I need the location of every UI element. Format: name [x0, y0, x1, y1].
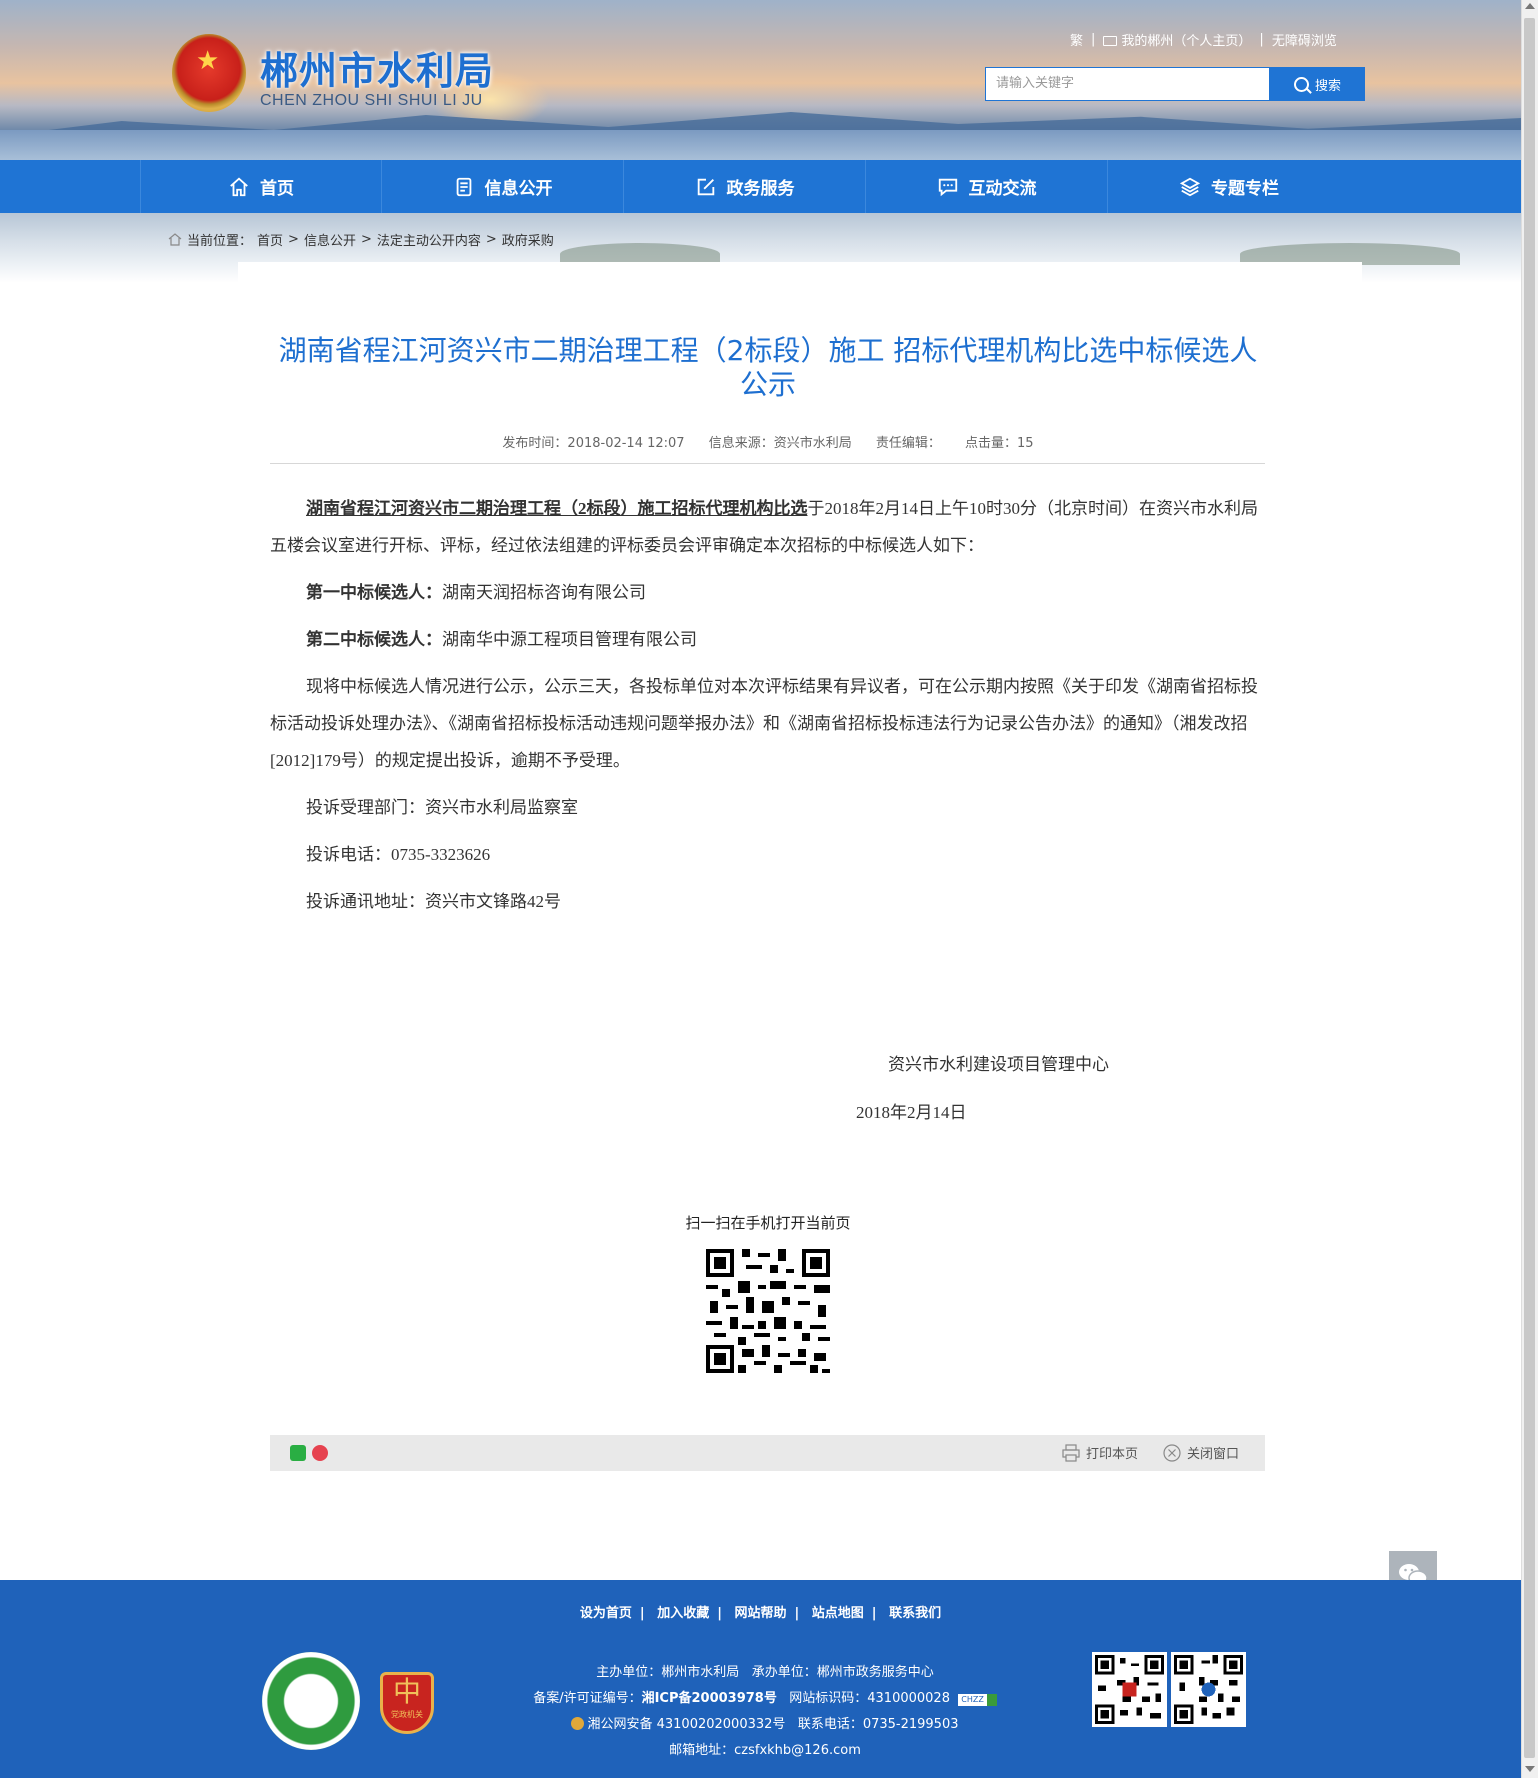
- paragraph-notice: 现将中标候选人情况进行公示，公示三天，各投标单位对本次评标结果有异议者，可在公示…: [270, 677, 1258, 770]
- print-page-button[interactable]: 打印本页: [1062, 1443, 1138, 1462]
- nav-item-special-topics[interactable]: 专题专栏: [1108, 160, 1350, 213]
- printer-icon: [1062, 1443, 1080, 1462]
- footer-qr-code-1-icon: [1092, 1652, 1167, 1727]
- edit-icon: [697, 178, 714, 195]
- breadcrumb-item-info[interactable]: 信息公开: [304, 230, 356, 249]
- home-icon: [168, 233, 182, 246]
- article-body: 湖南省程江河资兴市二期治理工程（2标段）施工招标代理机构比选于2018年2月14…: [270, 490, 1265, 930]
- scrollbar-thumb[interactable]: [1524, 18, 1535, 1758]
- article-title: 湖南省程江河资兴市二期治理工程（2标段）施工 招标代理机构比选中标候选人公示: [278, 334, 1258, 401]
- sitemap-link[interactable]: 站点地图: [812, 1606, 864, 1621]
- site-help-link[interactable]: 网站帮助: [734, 1606, 786, 1621]
- complaint-address: 投诉通讯地址：资兴市文锋路42号: [306, 892, 561, 911]
- civilization-badge-icon[interactable]: [262, 1652, 360, 1750]
- breadcrumb-item-home[interactable]: 首页: [257, 230, 283, 249]
- separator: |: [1259, 32, 1264, 47]
- breadcrumb-item-statutory[interactable]: 法定主动公开内容: [377, 230, 481, 249]
- home-icon: [230, 177, 248, 196]
- nav-item-info-disclosure[interactable]: 信息公开: [382, 160, 624, 213]
- nav-item-interaction[interactable]: 互动交流: [866, 160, 1108, 213]
- site-subtitle: CHEN ZHOU SHI SHUI LI JU: [260, 92, 483, 109]
- traditional-chinese-link[interactable]: 繁: [1070, 30, 1083, 49]
- my-chenzhou-link[interactable]: 我的郴州（个人主页）: [1103, 30, 1251, 49]
- police-link[interactable]: 湘公网安备 43100202000332号: [587, 1717, 785, 1732]
- main-nav: 首页 信息公开 政务服务 互动交流 专题专栏: [0, 160, 1521, 213]
- qr-code-icon: [702, 1245, 834, 1377]
- police-badge-icon: [571, 1717, 585, 1730]
- ch-badge: CHZZ: [958, 1694, 997, 1706]
- nav-item-gov-service[interactable]: 政务服务: [624, 160, 866, 213]
- party-gov-badge-icon[interactable]: 中 党政机关: [380, 1672, 434, 1734]
- accessible-browsing-link[interactable]: 无障碍浏览: [1272, 30, 1337, 49]
- header-water: [0, 130, 1521, 160]
- close-window-button[interactable]: 关闭窗口: [1163, 1443, 1239, 1462]
- top-links: 繁 | 我的郴州（个人主页） | 无障碍浏览: [1070, 30, 1337, 49]
- contact-us-link[interactable]: 联系我们: [889, 1606, 941, 1621]
- info-source: 信息来源：资兴市水利局: [708, 436, 852, 451]
- title-divider: [270, 463, 1265, 464]
- footer-qr-code-2-icon: [1171, 1652, 1246, 1727]
- search-button[interactable]: 搜索: [1270, 67, 1365, 101]
- national-emblem-icon: ★: [172, 34, 246, 112]
- scroll-down-arrow-icon[interactable]: [1525, 1766, 1535, 1772]
- close-icon: [1163, 1443, 1181, 1462]
- monitor-icon: [1103, 36, 1118, 46]
- complaint-dept: 投诉受理部门：资兴市水利局监察室: [306, 798, 578, 817]
- chat-icon: [938, 178, 957, 196]
- footer-links: 设为首页 | 加入收藏 | 网站帮助 | 站点地图 | 联系我们: [579, 1606, 942, 1621]
- signoff-organization: 资兴市水利建设项目管理中心: [888, 1055, 1109, 1074]
- nav-item-home[interactable]: 首页: [140, 160, 382, 213]
- paragraph-intro: 湖南省程江河资兴市二期治理工程（2标段）施工招标代理机构比选于2018年2月14…: [270, 499, 1258, 555]
- project-name: 湖南省程江河资兴市二期治理工程（2标段）施工招标代理机构比选: [306, 499, 808, 518]
- site-title[interactable]: 郴州市水利局: [260, 40, 494, 95]
- document-icon: [456, 177, 471, 196]
- search-input[interactable]: 请输入关键字: [985, 67, 1270, 101]
- add-favorite-link[interactable]: 加入收藏: [657, 1606, 709, 1621]
- search-icon: [1293, 76, 1309, 92]
- click-count: 点击量：15: [965, 436, 1034, 451]
- qr-caption: 扫一扫在手机打开当前页: [685, 1214, 851, 1232]
- first-candidate: 第一中标候选人：湖南天润招标咨询有限公司: [306, 583, 646, 602]
- set-homepage-link[interactable]: 设为首页: [580, 1606, 632, 1621]
- breadcrumb-item-procurement[interactable]: 政府采购: [502, 230, 554, 249]
- footer-info: 主办单位：郴州市水利局 承办单位：郴州市政务服务中心 备案/许可证编号：湘ICP…: [500, 1660, 1030, 1764]
- editor: 责任编辑：: [875, 436, 941, 451]
- layers-icon: [1179, 177, 1201, 196]
- publish-time: 发布时间：2018-02-14 12:07: [502, 436, 685, 451]
- icp-link[interactable]: 湘ICP备20003978号: [642, 1691, 777, 1706]
- signoff-date: 2018年2月14日: [856, 1103, 967, 1122]
- separator: |: [1091, 32, 1096, 47]
- breadcrumb: 当前位置： 首页 > 信息公开 > 法定主动公开内容 > 政府采购: [168, 230, 554, 249]
- complaint-phone: 投诉电话：0735-3323626: [306, 845, 491, 864]
- site-footer: 设为首页 | 加入收藏 | 网站帮助 | 站点地图 | 联系我们 主办单位：郴州市水利局…: [0, 1580, 1521, 1778]
- second-candidate: 第二中标候选人：湖南华中源工程项目管理有限公司: [306, 630, 697, 649]
- article-meta: 发布时间：2018-02-14 12:07 信息来源：资兴市水利局 责任编辑： …: [268, 432, 1268, 451]
- scroll-up-arrow-icon[interactable]: [1525, 3, 1535, 9]
- email: 邮箱地址：czsfxkhb@126.com: [669, 1743, 861, 1758]
- wechat-share-icon[interactable]: [290, 1445, 306, 1461]
- weibo-share-icon[interactable]: [312, 1445, 328, 1461]
